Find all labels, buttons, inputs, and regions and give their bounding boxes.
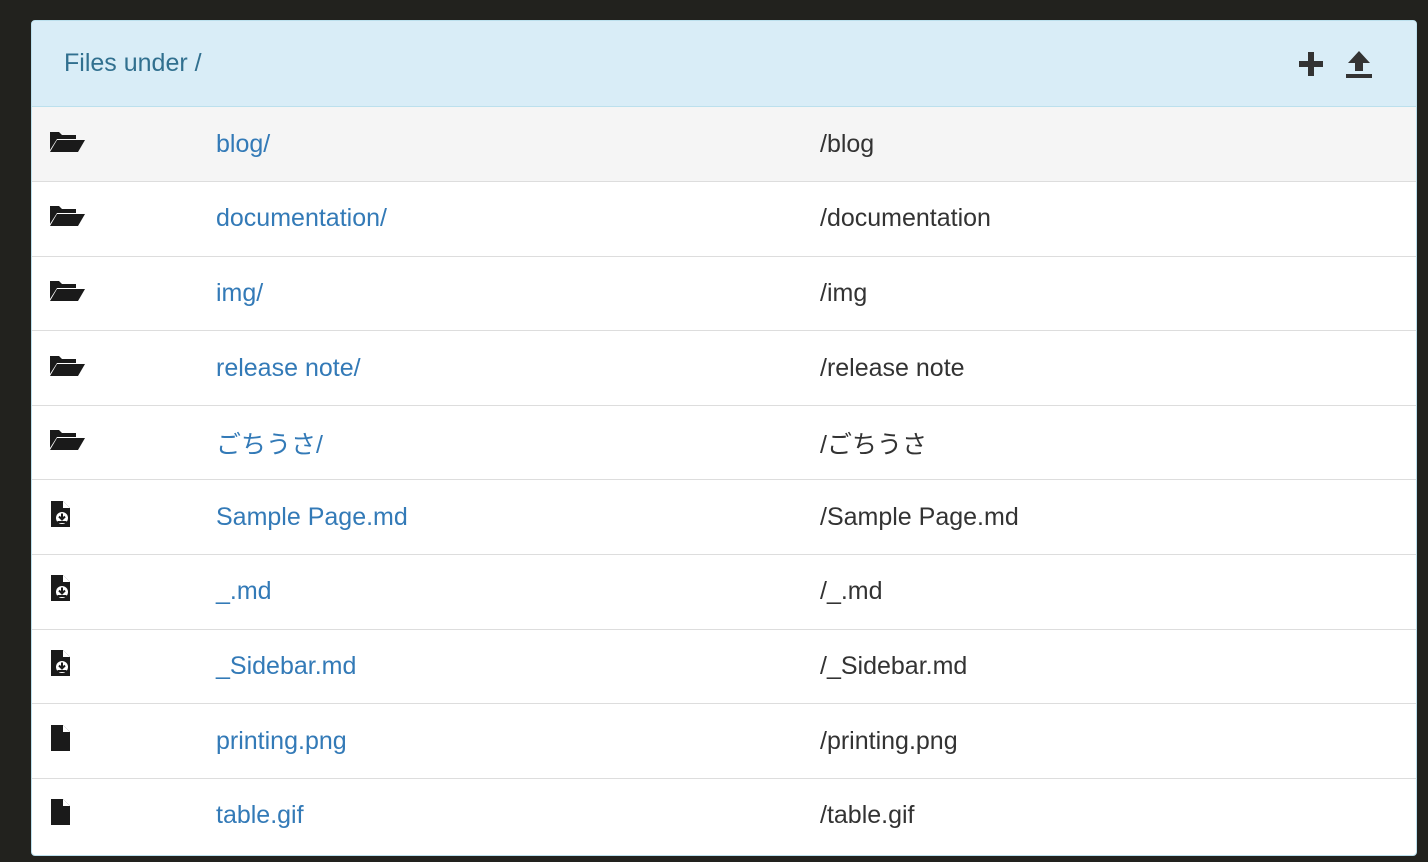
file-link[interactable]: _Sidebar.md: [216, 652, 356, 680]
panel-title: Files under /: [64, 49, 202, 77]
file-path: /Sample Page.md: [820, 502, 1019, 531]
file-path: /table.gif: [820, 801, 915, 830]
file-path: /ごちうさ: [820, 430, 927, 459]
panel-heading: Files under /: [32, 21, 1416, 107]
folder-open-icon: [48, 352, 86, 378]
file-icon: [48, 724, 72, 752]
file-row: blog/ /blog: [32, 107, 1416, 182]
add-button[interactable]: [1294, 47, 1328, 81]
heading-actions: [1294, 47, 1376, 81]
file-path: /_Sidebar.md: [820, 651, 968, 680]
file-icon: [48, 798, 72, 826]
upload-icon: [1346, 50, 1372, 78]
file-link[interactable]: Sample Page.md: [216, 503, 408, 531]
folder-open-icon: [48, 277, 86, 303]
file-path: /documentation: [820, 204, 991, 233]
file-row: release note/ /release note: [32, 331, 1416, 406]
file-path: /printing.png: [820, 726, 958, 755]
file-row: Sample Page.md/Sample Page.md: [32, 480, 1416, 555]
file-path: /img: [820, 278, 868, 307]
file-row: _.md /_.md: [32, 555, 1416, 630]
file-link[interactable]: blog/: [216, 130, 270, 158]
file-row: ごちうさ/ /ごちうさ: [32, 405, 1416, 480]
file-link[interactable]: _.md: [216, 577, 272, 605]
folder-open-icon: [48, 128, 86, 154]
file-row: table.gif/table.gif: [32, 778, 1416, 853]
file-download-icon: [48, 574, 72, 602]
folder-open-icon: [48, 202, 86, 228]
file-link[interactable]: ごちうさ/: [216, 431, 323, 459]
file-path: /release note: [820, 353, 965, 382]
file-row: documentation/ /documentation: [32, 182, 1416, 257]
file-table: blog/ /blog documentation/ /documentation im…: [32, 107, 1416, 853]
file-row: printing.png/printing.png: [32, 704, 1416, 779]
file-path: /_.md: [820, 577, 883, 606]
folder-open-icon: [48, 426, 86, 452]
file-path: /blog: [820, 129, 875, 158]
file-link[interactable]: release note/: [216, 354, 361, 382]
file-link[interactable]: img/: [216, 279, 263, 307]
files-panel: Files under / blog/ /blog documentation/ /d…: [31, 20, 1417, 856]
file-link[interactable]: table.gif: [216, 801, 304, 829]
upload-button[interactable]: [1342, 47, 1376, 81]
file-row: img/ /img: [32, 256, 1416, 331]
file-link[interactable]: printing.png: [216, 727, 347, 755]
file-download-icon: [48, 649, 72, 677]
file-download-icon: [48, 500, 72, 528]
file-link[interactable]: documentation/: [216, 204, 387, 232]
file-row: _Sidebar.md /_Sidebar.md: [32, 629, 1416, 704]
plus-icon: [1299, 51, 1323, 76]
